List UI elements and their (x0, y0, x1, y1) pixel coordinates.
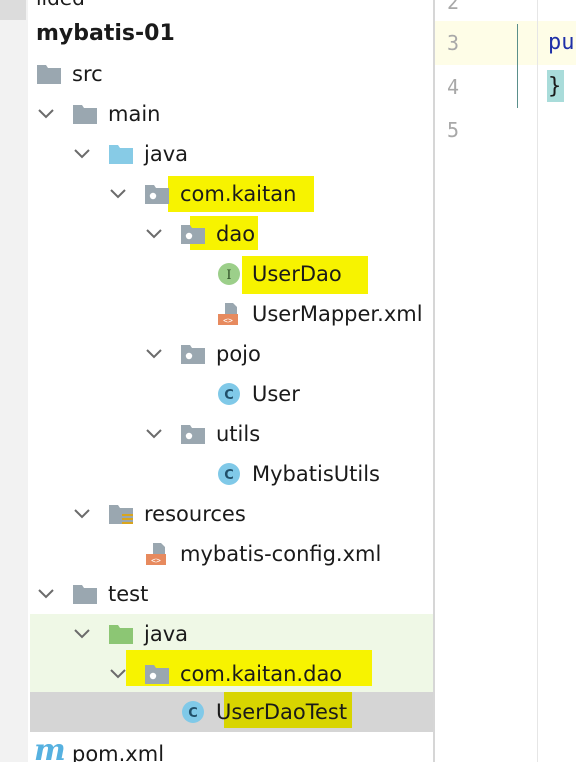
chevron-down-icon[interactable] (108, 184, 128, 204)
tree-item-project-root[interactable]: mybatis-01 (30, 14, 434, 54)
tree-item-test[interactable]: test (30, 574, 434, 614)
tree-item-label: mybatis-config.xml (180, 542, 382, 566)
tree-item-label: com.kaitan (180, 182, 297, 206)
interface-icon (216, 262, 242, 286)
chevron-down-icon[interactable] (72, 624, 92, 644)
tree-item-label: main (108, 102, 161, 126)
editor-line[interactable]: 5 (435, 108, 576, 152)
class-icon (216, 462, 242, 486)
indent-guide (517, 24, 518, 108)
chevron-down-icon[interactable] (144, 424, 164, 444)
package-icon (180, 422, 206, 446)
xml-file-icon (216, 302, 242, 326)
maven-icon: m (34, 733, 66, 762)
tree-item-label: com.kaitan.dao (180, 662, 343, 686)
tree-item-label: UserDaoTest (216, 700, 348, 724)
tree-item-package-com-kaitan-dao[interactable]: com.kaitan.dao (30, 650, 434, 694)
tree-item-label: test (108, 582, 149, 606)
chevron-down-icon[interactable] (36, 584, 56, 604)
tree-left-gutter (0, 0, 28, 762)
class-icon (216, 382, 242, 406)
folder-icon (72, 102, 98, 126)
package-icon (144, 662, 170, 686)
chevron-down-icon[interactable] (144, 224, 164, 244)
tree-item-label: MybatisUtils (252, 462, 380, 486)
project-name: mybatis-01 (36, 21, 175, 46)
source-folder-icon (108, 142, 134, 166)
tree-item-pom[interactable]: m pom.xml (30, 734, 434, 762)
tree-item-main-java[interactable]: java (30, 134, 434, 174)
package-icon (180, 342, 206, 366)
tree-item-src[interactable]: src (30, 54, 434, 94)
tree-item-utils[interactable]: utils (30, 414, 434, 454)
tree-item-resources[interactable]: resources (30, 494, 434, 534)
tree-item-user[interactable]: User (30, 374, 434, 414)
chevron-down-icon[interactable] (108, 664, 128, 684)
package-icon (180, 222, 206, 246)
tree-item-usermapper[interactable]: UserMapper.xml (30, 294, 434, 334)
editor-line[interactable]: 4 } (435, 65, 576, 109)
line-number: 4 (447, 75, 460, 99)
tree-item-mybatisutils[interactable]: MybatisUtils (30, 454, 434, 494)
tree-item-mybatis-config[interactable]: mybatis-config.xml (30, 534, 434, 574)
tree-item-label: pom.xml (72, 742, 165, 762)
editor-line-current[interactable]: 3 pu (435, 21, 576, 65)
tree-item-label: java (144, 142, 188, 166)
tree-item-pojo[interactable]: pojo (30, 334, 434, 374)
xml-file-icon (144, 542, 170, 566)
chevron-down-icon[interactable] (144, 344, 164, 364)
chevron-down-icon[interactable] (72, 144, 92, 164)
tree-item-label: UserDao (252, 262, 342, 286)
chevron-down-icon[interactable] (36, 104, 56, 124)
tree-item-userdaotest[interactable]: UserDaoTest (30, 692, 434, 732)
tree-item-package-com-kaitan[interactable]: com.kaitan (30, 174, 434, 214)
code-text: pu (548, 30, 575, 55)
tree-item-label: dao (216, 222, 256, 246)
code-editor[interactable]: 2 3 pu 4 } 5 (435, 0, 576, 762)
gutter-separator (537, 0, 538, 762)
class-icon (180, 700, 206, 724)
tree-item-label: src (72, 62, 103, 86)
tree-scroll-thumb[interactable] (0, 0, 26, 20)
tree-item-label: UserMapper.xml (252, 302, 423, 326)
tree-item-test-java[interactable]: java (30, 614, 434, 654)
resources-folder-icon (108, 502, 134, 526)
chevron-down-icon[interactable] (72, 504, 92, 524)
tree-item-dao[interactable]: dao (30, 214, 434, 254)
tree-item-userdao[interactable]: UserDao (30, 254, 434, 294)
package-icon (144, 182, 170, 206)
tree-item-main[interactable]: main (30, 94, 434, 134)
folder-icon (36, 62, 62, 86)
tree-item-label: User (252, 382, 300, 406)
tree-item-label: utils (216, 422, 261, 446)
line-number: 5 (447, 118, 460, 142)
tree-item-label: resources (144, 502, 246, 526)
line-number: 3 (447, 31, 460, 55)
tree-item-label: pojo (216, 342, 261, 366)
project-tree: ilded mybatis-01 src main java com.kaita… (0, 0, 434, 762)
tree-item-label: java (144, 622, 188, 646)
folder-icon (72, 582, 98, 606)
test-source-folder-icon (108, 622, 134, 646)
code-text: } (548, 74, 562, 99)
